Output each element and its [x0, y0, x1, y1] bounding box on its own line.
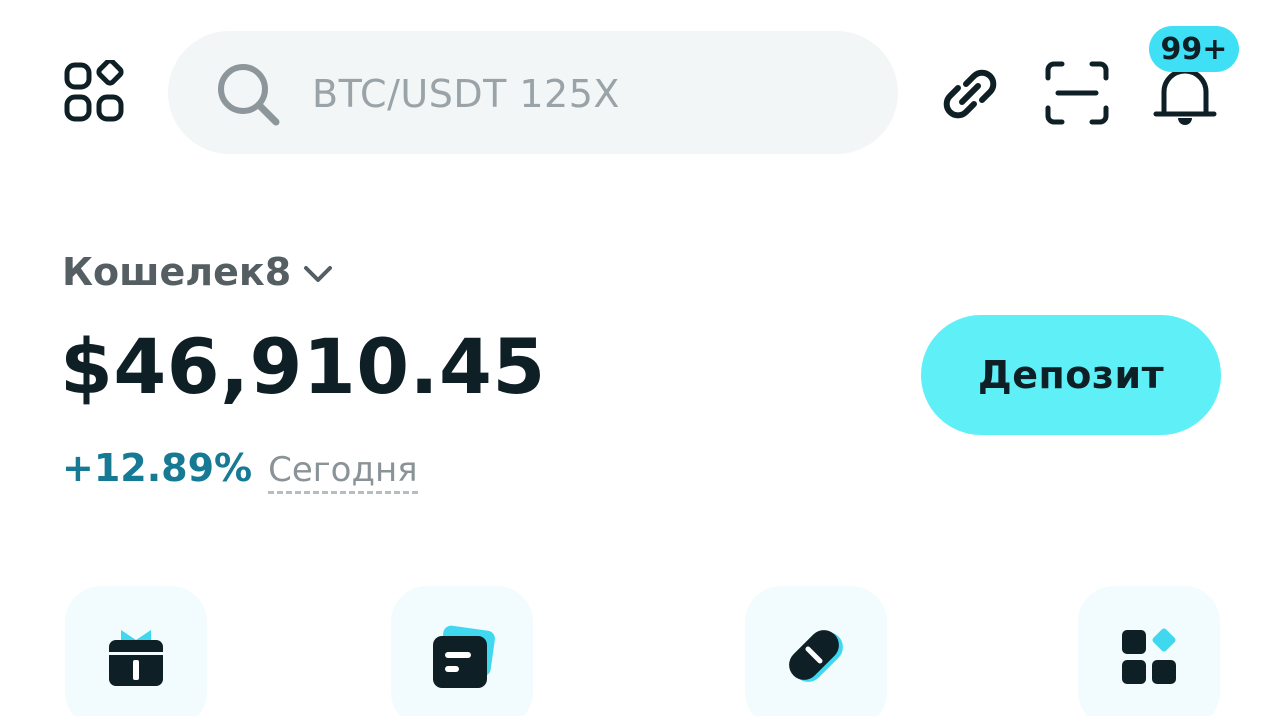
balance-amount: $46,910.45: [60, 322, 546, 411]
scan-icon[interactable]: [1044, 60, 1110, 126]
wallet-selector[interactable]: Кошелек8: [62, 250, 335, 294]
pill-icon: [789, 630, 843, 682]
chevron-down-icon: [304, 266, 333, 282]
wallet-home-screen: BTC/USDT 125X 99+ Кошелек8 $46,910.45 +1…: [0, 0, 1280, 716]
apps-grid-icon[interactable]: [62, 60, 130, 128]
search-icon[interactable]: [214, 60, 284, 130]
deposit-button[interactable]: Депозит: [921, 315, 1221, 435]
period-selector[interactable]: Сегодня: [268, 450, 418, 494]
quick-action-more[interactable]: [1078, 586, 1220, 716]
quick-action-pill[interactable]: [745, 586, 887, 716]
balance-change: +12.89% Сегодня: [62, 446, 418, 494]
wallet-name: Кошелек8: [62, 250, 292, 294]
quick-action-gift[interactable]: [65, 586, 207, 716]
notification-badge: 99+: [1149, 26, 1239, 72]
change-percent: +12.89%: [62, 446, 253, 490]
more-apps-icon: [1122, 628, 1176, 684]
search-input[interactable]: BTC/USDT 125X: [312, 72, 620, 116]
card-icon: [433, 625, 495, 688]
quick-action-card[interactable]: [391, 586, 533, 716]
link-icon[interactable]: [938, 62, 1002, 126]
gift-icon: [109, 630, 163, 686]
